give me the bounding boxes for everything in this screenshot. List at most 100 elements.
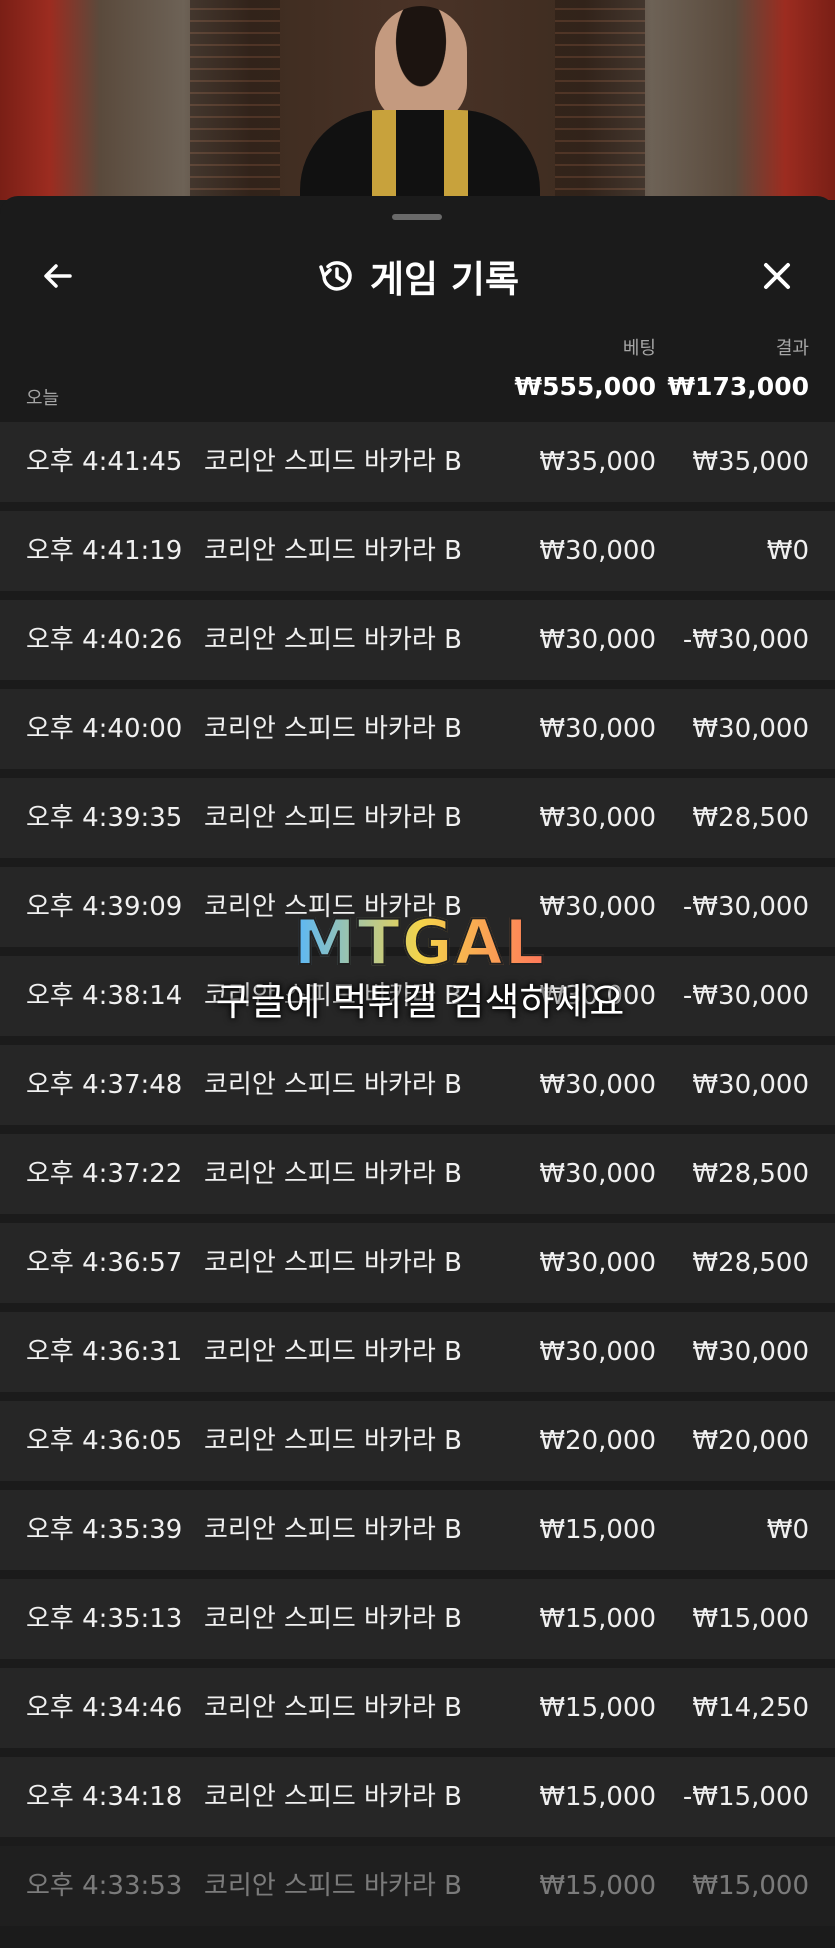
column-labels: 베팅 결과 bbox=[0, 334, 835, 364]
history-row[interactable]: 오후 4:40:26 코리안 스피드 바카라 B ₩30,000 -₩30,00… bbox=[0, 600, 835, 680]
history-row[interactable]: 오후 4:36:57 코리안 스피드 바카라 B ₩30,000 ₩28,500 bbox=[0, 1223, 835, 1303]
total-bet: ₩555,000 bbox=[514, 372, 656, 401]
game-history-sheet: 게임 기록 베팅 결과 오늘 ₩555,000 ₩173,000 오후 4:41… bbox=[0, 196, 835, 1948]
close-icon bbox=[764, 263, 790, 289]
row-game: 코리안 스피드 바카라 B bbox=[204, 1782, 462, 1812]
row-game: 코리안 스피드 바카라 B bbox=[204, 981, 462, 1011]
row-time: 오후 4:37:48 bbox=[26, 1070, 183, 1100]
row-time: 오후 4:38:14 bbox=[26, 981, 183, 1011]
history-row[interactable]: 오후 4:39:09 코리안 스피드 바카라 B ₩30,000 -₩30,00… bbox=[0, 867, 835, 947]
history-icon bbox=[319, 261, 352, 291]
row-game: 코리안 스피드 바카라 B bbox=[204, 625, 462, 655]
row-time: 오후 4:41:19 bbox=[26, 536, 183, 566]
row-time: 오후 4:36:57 bbox=[26, 1248, 183, 1278]
row-game: 코리안 스피드 바카라 B bbox=[204, 714, 462, 744]
row-game: 코리안 스피드 바카라 B bbox=[204, 1426, 462, 1456]
row-bet: ₩15,000 bbox=[539, 1871, 656, 1901]
row-bet: ₩30,000 bbox=[539, 892, 656, 922]
row-time: 오후 4:37:22 bbox=[26, 1159, 183, 1189]
row-game: 코리안 스피드 바카라 B bbox=[204, 1515, 462, 1545]
background-panel-right bbox=[555, 0, 645, 200]
history-row[interactable]: 오후 4:40:00 코리안 스피드 바카라 B ₩30,000 ₩30,000 bbox=[0, 689, 835, 769]
row-bet: ₩15,000 bbox=[539, 1693, 656, 1723]
result-column-label: 결과 bbox=[775, 338, 809, 359]
row-game: 코리안 스피드 바카라 B bbox=[204, 447, 462, 477]
sheet-drag-handle[interactable] bbox=[392, 214, 442, 220]
row-result: ₩30,000 bbox=[692, 1070, 809, 1100]
row-bet: ₩30,000 bbox=[539, 1159, 656, 1189]
row-time: 오후 4:36:31 bbox=[26, 1337, 183, 1367]
row-result: ₩28,500 bbox=[692, 1248, 809, 1278]
row-game: 코리안 스피드 바카라 B bbox=[204, 1159, 462, 1189]
row-time: 오후 4:35:13 bbox=[26, 1604, 183, 1634]
history-row[interactable]: 오후 4:41:19 코리안 스피드 바카라 B ₩30,000 ₩0 bbox=[0, 511, 835, 591]
close-button[interactable] bbox=[751, 250, 803, 302]
row-game: 코리안 스피드 바카라 B bbox=[204, 1604, 462, 1634]
row-result: -₩30,000 bbox=[682, 892, 809, 922]
row-game: 코리안 스피드 바카라 B bbox=[204, 1248, 462, 1278]
history-row[interactable]: 오후 4:38:14 코리안 스피드 바카라 B ₩30,000 -₩30,00… bbox=[0, 956, 835, 1036]
history-row[interactable]: 오후 4:37:22 코리안 스피드 바카라 B ₩30,000 ₩28,500 bbox=[0, 1134, 835, 1214]
row-time: 오후 4:39:09 bbox=[26, 892, 183, 922]
row-bet: ₩15,000 bbox=[539, 1604, 656, 1634]
row-result: -₩30,000 bbox=[682, 981, 809, 1011]
sheet-header: 게임 기록 bbox=[0, 232, 835, 320]
row-result: ₩28,500 bbox=[692, 803, 809, 833]
row-time: 오후 4:34:18 bbox=[26, 1782, 183, 1812]
row-result: ₩35,000 bbox=[692, 447, 809, 477]
row-result: ₩30,000 bbox=[692, 714, 809, 744]
live-video-background bbox=[0, 0, 835, 200]
row-bet: ₩30,000 bbox=[539, 536, 656, 566]
history-row[interactable]: 오후 4:33:53 코리안 스피드 바카라 B ₩15,000 ₩15,000 bbox=[0, 1846, 835, 1926]
row-game: 코리안 스피드 바카라 B bbox=[204, 1693, 462, 1723]
row-result: ₩30,000 bbox=[692, 1337, 809, 1367]
row-result: ₩0 bbox=[766, 536, 809, 566]
row-time: 오후 4:35:39 bbox=[26, 1515, 183, 1545]
row-result: -₩15,000 bbox=[682, 1782, 809, 1812]
row-result: ₩28,500 bbox=[692, 1159, 809, 1189]
history-row[interactable]: 오후 4:37:48 코리안 스피드 바카라 B ₩30,000 ₩30,000 bbox=[0, 1045, 835, 1125]
row-time: 오후 4:34:46 bbox=[26, 1693, 183, 1723]
row-result: ₩0 bbox=[766, 1515, 809, 1545]
row-game: 코리안 스피드 바카라 B bbox=[204, 1337, 462, 1367]
row-game: 코리안 스피드 바카라 B bbox=[204, 536, 462, 566]
row-bet: ₩30,000 bbox=[539, 1337, 656, 1367]
total-result: ₩173,000 bbox=[667, 372, 809, 401]
row-time: 오후 4:40:26 bbox=[26, 625, 183, 655]
today-label: 오늘 bbox=[26, 388, 60, 409]
row-game: 코리안 스피드 바카라 B bbox=[204, 1871, 462, 1901]
history-row[interactable]: 오후 4:36:05 코리안 스피드 바카라 B ₩20,000 ₩20,000 bbox=[0, 1401, 835, 1481]
history-row[interactable]: 오후 4:36:31 코리안 스피드 바카라 B ₩30,000 ₩30,000 bbox=[0, 1312, 835, 1392]
history-row[interactable]: 오후 4:39:35 코리안 스피드 바카라 B ₩30,000 ₩28,500 bbox=[0, 778, 835, 858]
row-game: 코리안 스피드 바카라 B bbox=[204, 892, 462, 922]
row-bet: ₩30,000 bbox=[539, 1248, 656, 1278]
row-result: -₩30,000 bbox=[682, 625, 809, 655]
row-bet: ₩30,000 bbox=[539, 803, 656, 833]
summary-row: 오늘 ₩555,000 ₩173,000 bbox=[0, 372, 835, 412]
row-bet: ₩30,000 bbox=[539, 1070, 656, 1100]
row-time: 오후 4:36:05 bbox=[26, 1426, 183, 1456]
row-bet: ₩30,000 bbox=[539, 714, 656, 744]
row-game: 코리안 스피드 바카라 B bbox=[204, 803, 462, 833]
row-bet: ₩35,000 bbox=[539, 447, 656, 477]
dealer-head bbox=[375, 6, 467, 124]
row-bet: ₩15,000 bbox=[539, 1515, 656, 1545]
title-group: 게임 기록 bbox=[0, 250, 835, 302]
history-row[interactable]: 오후 4:35:13 코리안 스피드 바카라 B ₩15,000 ₩15,000 bbox=[0, 1579, 835, 1659]
row-bet: ₩20,000 bbox=[539, 1426, 656, 1456]
row-result: ₩14,250 bbox=[692, 1693, 809, 1723]
background-panel-left bbox=[190, 0, 280, 200]
dealer-body bbox=[300, 110, 540, 200]
row-time: 오후 4:33:53 bbox=[26, 1871, 183, 1901]
row-time: 오후 4:39:35 bbox=[26, 803, 183, 833]
row-bet: ₩30,000 bbox=[539, 981, 656, 1011]
row-bet: ₩30,000 bbox=[539, 625, 656, 655]
row-bet: ₩15,000 bbox=[539, 1782, 656, 1812]
history-row[interactable]: 오후 4:34:46 코리안 스피드 바카라 B ₩15,000 ₩14,250 bbox=[0, 1668, 835, 1748]
history-row[interactable]: 오후 4:34:18 코리안 스피드 바카라 B ₩15,000 -₩15,00… bbox=[0, 1757, 835, 1837]
history-row[interactable]: 오후 4:41:45 코리안 스피드 바카라 B ₩35,000 ₩35,000 bbox=[0, 422, 835, 502]
row-result: ₩15,000 bbox=[692, 1604, 809, 1634]
row-time: 오후 4:40:00 bbox=[26, 714, 183, 744]
history-row[interactable]: 오후 4:35:39 코리안 스피드 바카라 B ₩15,000 ₩0 bbox=[0, 1490, 835, 1570]
history-list: 오후 4:41:45 코리안 스피드 바카라 B ₩35,000 ₩35,000… bbox=[0, 422, 835, 1935]
